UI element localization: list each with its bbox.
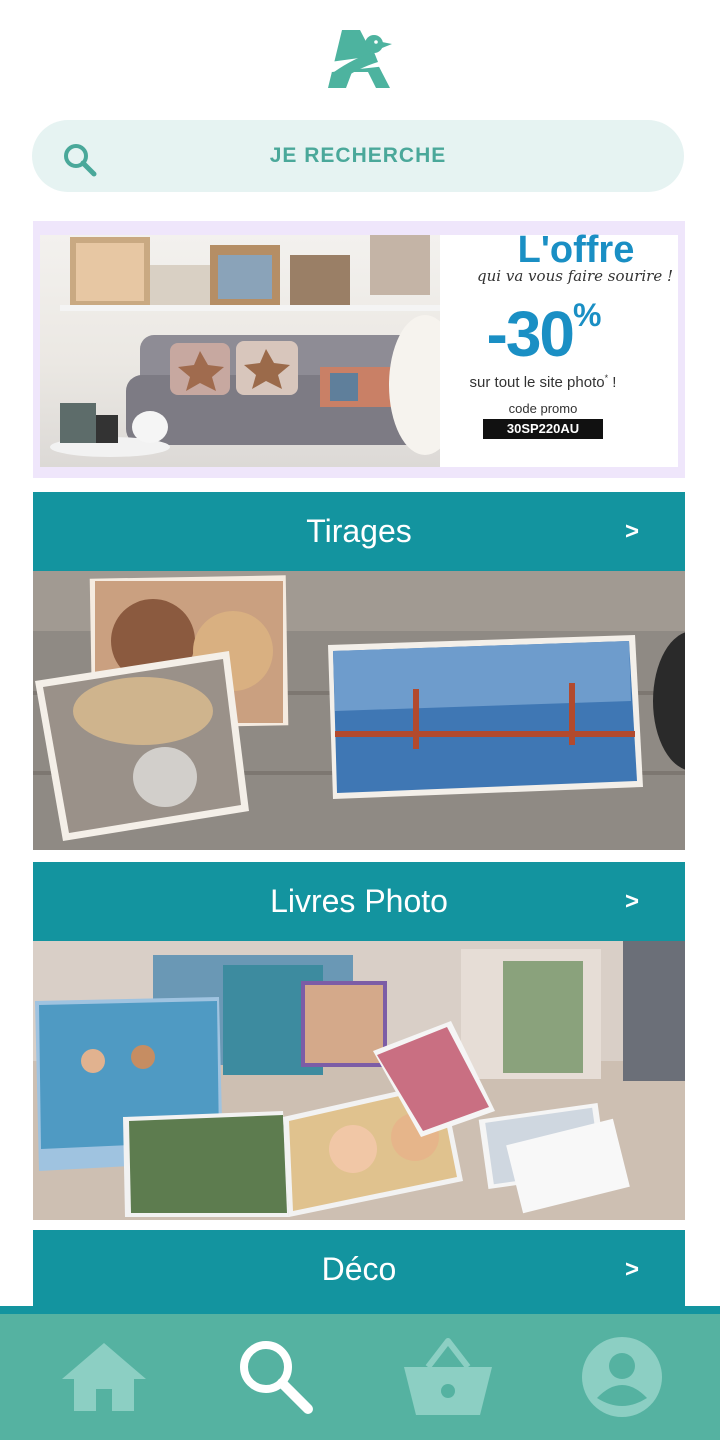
account-icon xyxy=(582,1337,662,1417)
category-header-deco[interactable]: Déco > xyxy=(33,1230,685,1309)
promo-subtitle: qui va vous faire sourire ! xyxy=(477,267,673,285)
chevron-right-icon: > xyxy=(624,888,639,915)
search-placeholder: JE RECHERCHE xyxy=(269,144,447,167)
promo-line-end: ! xyxy=(608,374,617,391)
nav-search[interactable] xyxy=(186,1314,366,1440)
promo-discount: -30% xyxy=(443,297,643,371)
promo-code: 30SP220AU xyxy=(483,419,603,439)
category-label: Déco xyxy=(321,1251,397,1287)
chevron-right-icon: > xyxy=(624,518,639,545)
nav-account[interactable] xyxy=(532,1314,712,1440)
category-header-livres-photo[interactable]: Livres Photo > xyxy=(33,862,685,941)
auchan-bird-logo-icon[interactable] xyxy=(324,24,396,92)
category-label: Livres Photo xyxy=(270,883,448,919)
category-header-tirages[interactable]: Tirages > xyxy=(33,492,685,571)
bottom-navigation xyxy=(0,1306,720,1440)
promo-code-label: code promo xyxy=(508,401,578,416)
search-bar[interactable]: JE RECHERCHE xyxy=(32,120,684,192)
promo-offer-card: -30% sur tout le site photo* ! code prom… xyxy=(443,291,643,447)
basket-icon xyxy=(404,1338,492,1415)
promo-line-text: sur tout le site photo xyxy=(469,374,605,391)
category-label: Tirages xyxy=(306,513,412,549)
category-image-livres-photo[interactable] xyxy=(33,941,685,1220)
promo-banner[interactable]: L'offre qui va vous faire sourire ! -30%… xyxy=(33,221,685,478)
chevron-right-icon: > xyxy=(624,1256,639,1283)
category-image-tirages[interactable] xyxy=(33,571,685,850)
promo-discount-value: -30 xyxy=(486,298,575,370)
search-icon xyxy=(240,1341,313,1414)
home-icon xyxy=(62,1343,146,1411)
nav-home[interactable] xyxy=(14,1314,194,1440)
bottom-navigation-bar xyxy=(0,1314,720,1440)
promo-line: sur tout le site photo* ! xyxy=(443,373,643,391)
promo-percent-sign: % xyxy=(573,297,601,333)
nav-basket[interactable] xyxy=(358,1314,538,1440)
promo-title: L'offre xyxy=(517,229,635,271)
